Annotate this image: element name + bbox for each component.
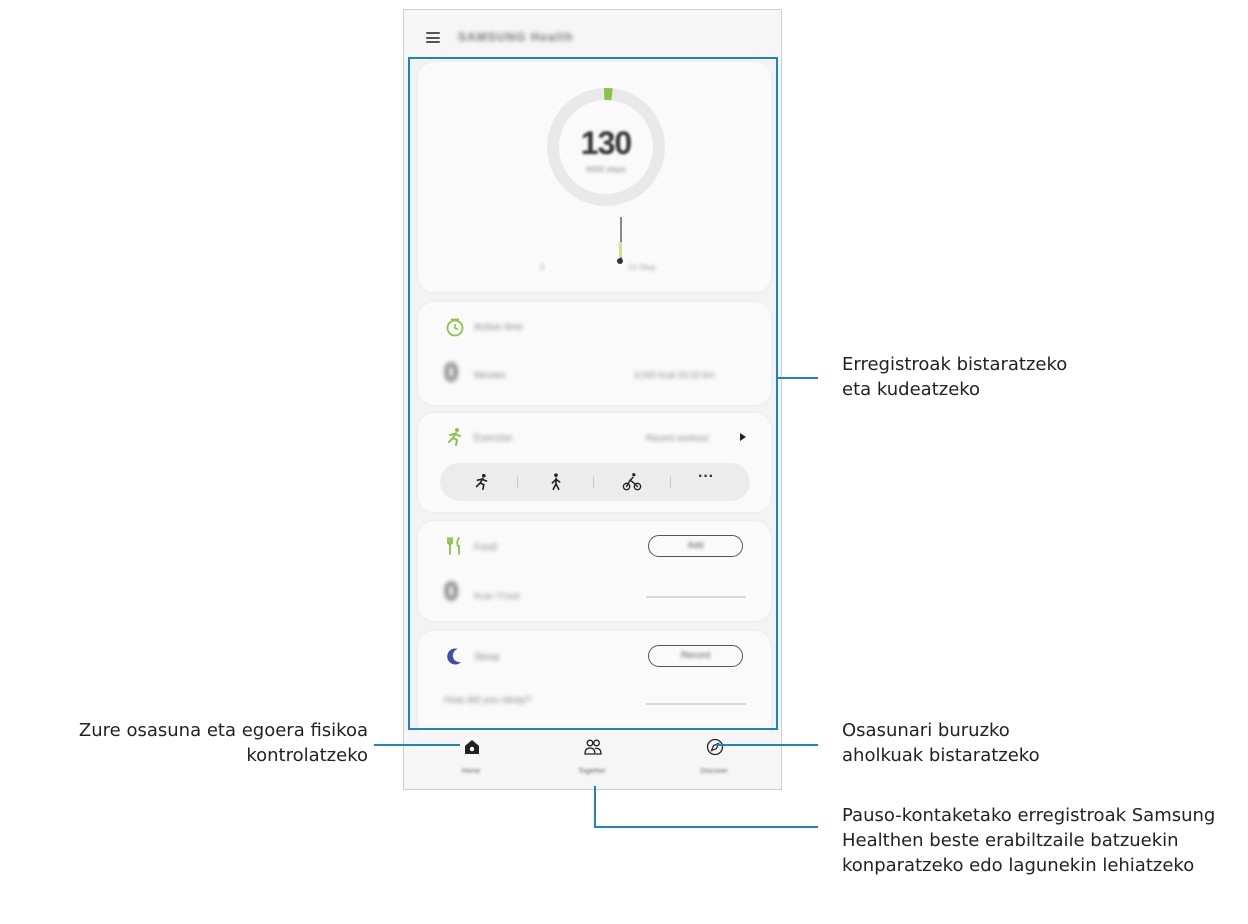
bike-shortcut-icon[interactable] [622, 472, 642, 492]
recent-workout-link[interactable]: Recent workout [646, 433, 709, 443]
phone-screen: SAMSUNG Health 130 6000 steps 0 10 Step … [403, 9, 782, 790]
active-time-title: Active time [474, 322, 523, 333]
nav-together[interactable]: Together [537, 733, 647, 789]
annotation-records: Erregistroak bistaratzeko eta kudeatzeko [842, 354, 1068, 400]
separator [517, 476, 518, 488]
active-time-value: 0 [444, 357, 459, 387]
food-unit: Kcal / Food [474, 591, 520, 601]
separator [593, 476, 594, 488]
active-time-card[interactable]: Active time 0 Minutes 3,000 kcal 16.03 k… [418, 302, 771, 405]
nav-home-label: Home [461, 768, 481, 775]
callout-line-compare-h [594, 826, 818, 828]
callout-line-tips [716, 744, 818, 746]
more-options-icon[interactable]: ··· [698, 468, 714, 486]
record-sleep-button[interactable]: Record [648, 645, 743, 667]
sleep-title: Sleep [474, 652, 500, 663]
steps-target: 6000 steps [586, 165, 626, 174]
running-icon [448, 428, 461, 446]
exercise-title: Exercise [474, 433, 513, 444]
nav-home[interactable]: Home [416, 733, 526, 789]
app-title: SAMSUNG Health [458, 30, 574, 44]
exercise-shortcut-bar: ··· [440, 463, 750, 501]
steps-graph-bar [619, 242, 622, 257]
steps-ring: 130 6000 steps [544, 85, 668, 209]
annotation-health-status: Zure osasuna eta egoera fisikoa kontrola… [78, 720, 368, 766]
callout-line-health [374, 744, 460, 746]
home-icon [465, 740, 479, 754]
sleep-question: How did you sleep? [444, 695, 532, 706]
play-icon[interactable] [740, 433, 746, 441]
bottom-navigation: Home Together Discover [404, 733, 781, 789]
annotation-tips: Osasunari buruzko aholkuak bistaratzeko [842, 720, 1040, 766]
exercise-card[interactable]: Exercise Recent workout ··· [418, 413, 771, 512]
fork-knife-icon [447, 537, 460, 555]
walk-shortcut-icon[interactable] [546, 472, 566, 492]
food-progress-bar [646, 596, 746, 598]
steps-count: 130 [580, 125, 632, 161]
compass-icon [706, 738, 724, 756]
steps-card[interactable]: 130 6000 steps 0 10 Step [418, 62, 771, 292]
nav-together-label: Together [578, 768, 606, 775]
steps-axis-start: 0 [540, 263, 545, 272]
moon-icon [447, 648, 461, 665]
nav-discover-label: Discover [700, 768, 728, 775]
food-title: Food [474, 542, 497, 553]
add-food-button[interactable]: Add [648, 535, 743, 557]
food-value: 0 [444, 576, 459, 606]
sleep-progress-bar [646, 703, 746, 705]
active-time-unit: Minutes [474, 370, 506, 380]
run-shortcut-icon[interactable] [472, 472, 492, 492]
active-time-summary: 3,000 kcal 16.03 km [634, 370, 715, 380]
annotation-compare: Pauso-kontaketako erregistroak Samsung H… [842, 805, 1216, 876]
steps-axis-end: 10 Step [628, 263, 656, 272]
clock-icon [446, 318, 464, 337]
callout-line-compare-v [594, 786, 596, 828]
separator [670, 476, 671, 488]
nav-discover[interactable]: Discover [659, 733, 769, 789]
sleep-card[interactable]: Sleep Record How did you sleep? [418, 631, 771, 741]
app-bar: SAMSUNG Health [404, 10, 781, 60]
menu-icon[interactable] [426, 32, 440, 43]
steps-graph-dot [617, 258, 623, 264]
food-card[interactable]: Food Add 0 Kcal / Food [418, 521, 771, 621]
callout-line-records [778, 377, 818, 379]
people-icon [584, 739, 602, 755]
